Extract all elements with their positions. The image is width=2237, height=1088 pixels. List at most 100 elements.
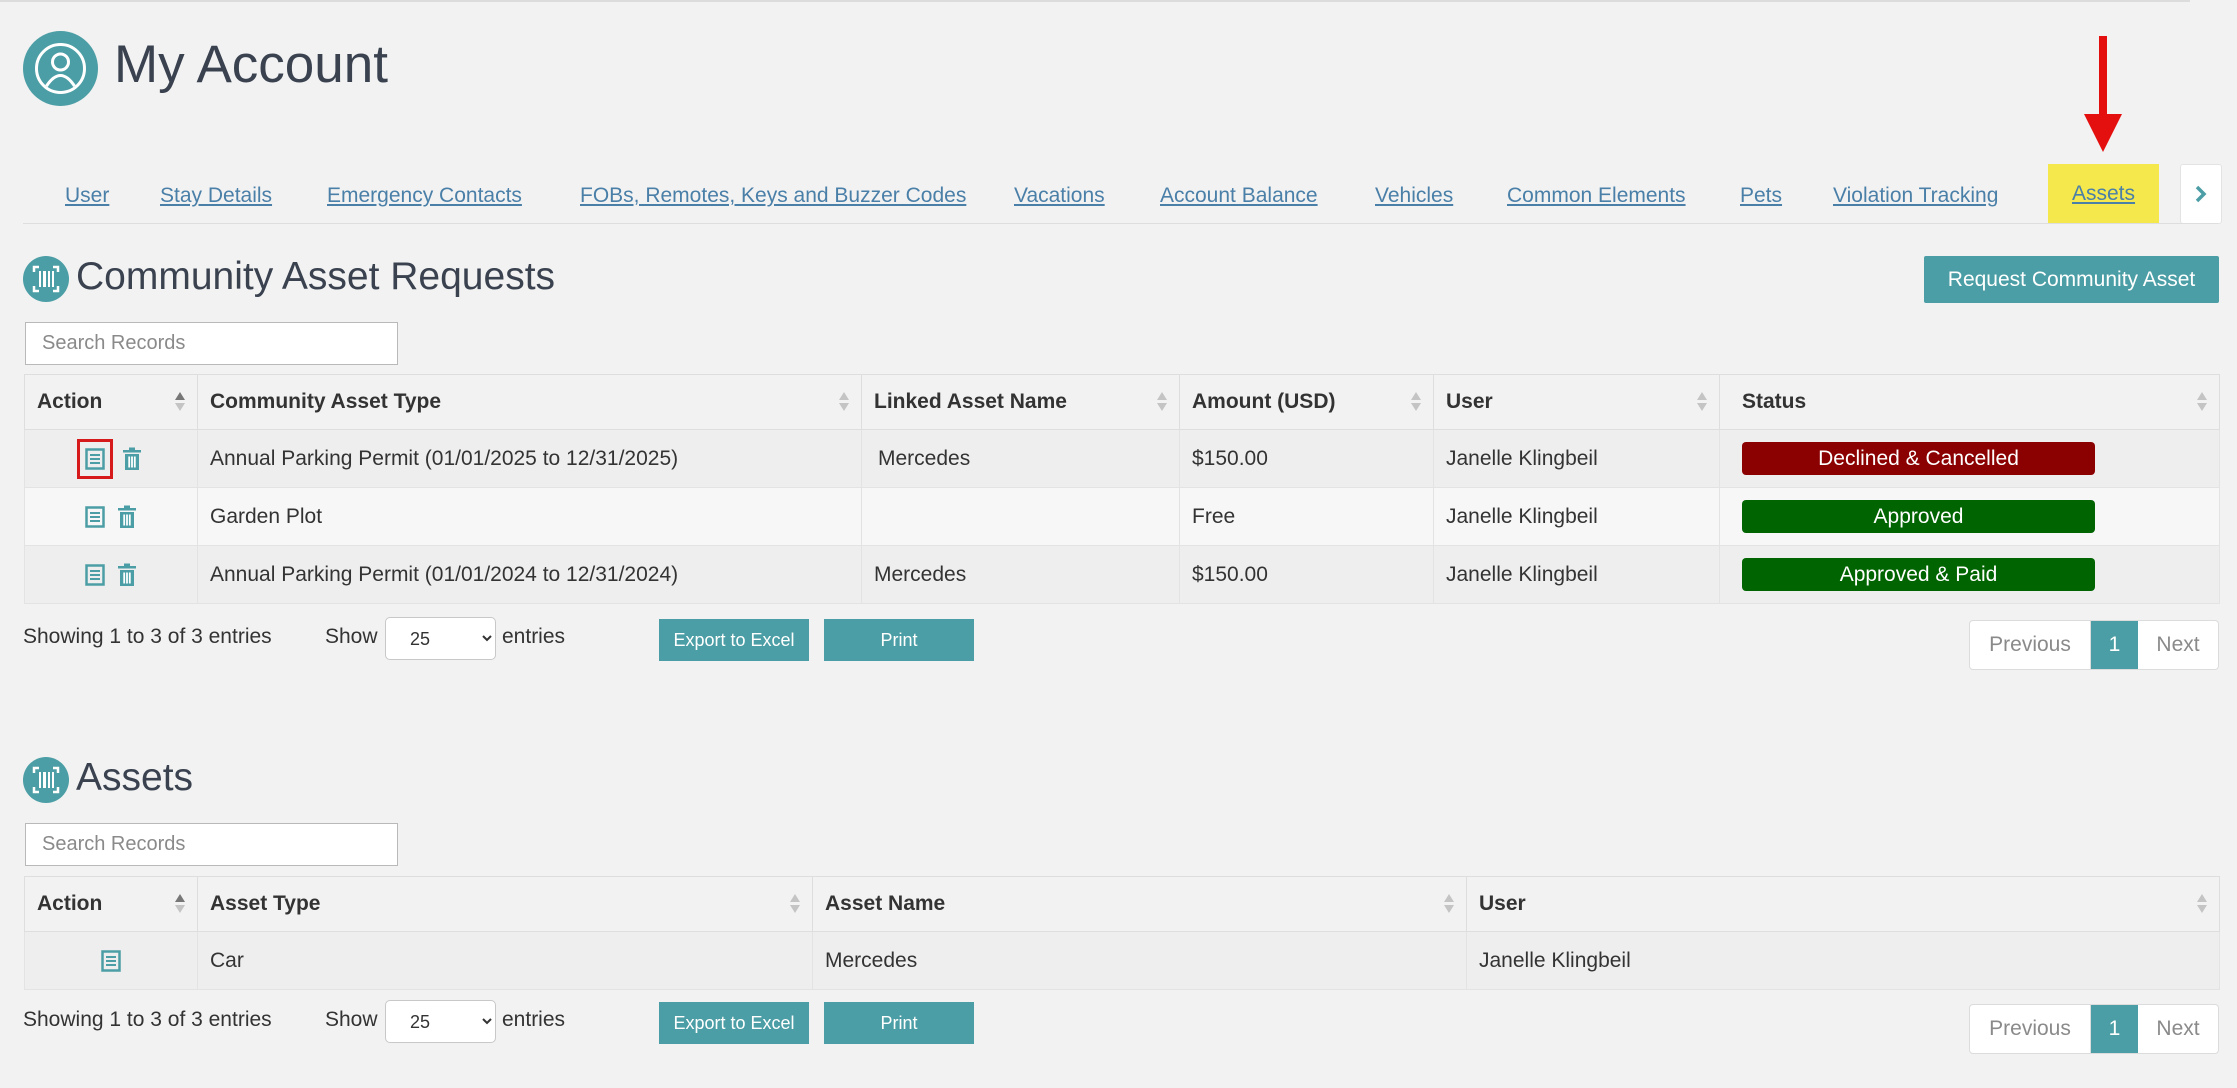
column-header-linked-asset[interactable]: Linked Asset Name [861,374,1180,430]
table-row: Annual Parking Permit (01/01/2025 to 12/… [24,429,2220,488]
cell-status: Approved [1719,487,2220,546]
entries-label: entries [502,625,566,648]
request-community-asset-button[interactable]: Request Community Asset [1924,256,2219,303]
column-header-status[interactable]: Status [1719,374,2220,430]
section-title-assets: Assets [76,756,194,799]
user-avatar-icon [23,31,98,106]
column-header-amount[interactable]: Amount (USD) [1179,374,1434,430]
requests-pagination: Previous 1 Next [1969,620,2219,670]
column-header-action[interactable]: Action [24,876,198,932]
cell-status: Declined & Cancelled [1719,429,2220,488]
requests-entries-info: Showing 1 to 3 of 3 entries [23,625,272,648]
assets-search-input[interactable] [25,823,398,866]
cell-amount: Free [1179,487,1434,546]
tab-violation-tracking[interactable]: Violation Tracking [1833,184,1998,208]
assets-export-excel-button[interactable]: Export to Excel [659,1002,809,1044]
chevron-right-icon [2195,185,2207,203]
tab-emergency-contacts[interactable]: Emergency Contacts [327,184,522,208]
cell-amount: $150.00 [1179,545,1434,604]
section-title-requests: Community Asset Requests [76,255,556,298]
sort-icon [1697,392,1707,412]
cell-status: Approved & Paid [1719,545,2220,604]
status-badge: Declined & Cancelled [1742,442,2095,475]
show-label: Show [325,625,378,648]
sort-icon [790,894,800,914]
pagination-page-button[interactable]: 1 [2091,1005,2138,1053]
requests-search-input[interactable] [25,322,398,365]
cell-asset-type: Annual Parking Permit (01/01/2025 to 12/… [197,429,862,488]
view-details-icon[interactable] [85,447,105,470]
tab-vehicles[interactable]: Vehicles [1375,184,1453,208]
tabs-divider [23,223,2218,224]
sort-icon [175,392,185,412]
column-header-user[interactable]: User [1433,374,1720,430]
entries-label: entries [502,1008,566,1031]
action-cell [24,545,198,604]
cell-user: Janelle Klingbeil [1466,931,2220,990]
tab-common-elements[interactable]: Common Elements [1507,184,1686,208]
cell-linked-asset: Mercedes [861,545,1180,604]
tab-user[interactable]: User [65,184,109,208]
requests-export-excel-button[interactable]: Export to Excel [659,619,809,661]
cell-asset-type: Garden Plot [197,487,862,546]
requests-page-size-select[interactable]: 25 [385,617,496,660]
tab-pets[interactable]: Pets [1740,184,1782,208]
assets-entries-info: Showing 1 to 3 of 3 entries [23,1008,272,1031]
sort-icon [1444,894,1454,914]
delete-trash-icon[interactable] [122,447,142,471]
column-header-user[interactable]: User [1466,876,2220,932]
page-title: My Account [114,35,388,94]
show-label: Show [325,1008,378,1031]
pagination-previous-button[interactable]: Previous [1970,1005,2091,1053]
requests-table: Action Community Asset Type Linked Asset… [24,374,2220,604]
delete-trash-icon[interactable] [117,505,137,529]
table-header-row: Action Community Asset Type Linked Asset… [24,374,2220,430]
annotation-highlight-box [77,438,114,479]
sort-icon [839,392,849,412]
cell-asset-type: Annual Parking Permit (01/01/2024 to 12/… [197,545,862,604]
view-details-icon[interactable] [85,563,105,586]
column-header-asset-type[interactable]: Asset Type [197,876,813,932]
tabs-scroll-right-button[interactable] [2180,164,2222,224]
pagination-previous-button[interactable]: Previous [1970,621,2091,669]
column-header-action[interactable]: Action [24,374,198,430]
view-details-icon[interactable] [101,950,121,972]
assets-table: Action Asset Type Asset Name User Car Me… [24,876,2220,990]
cell-user: Janelle Klingbeil [1433,487,1720,546]
cell-asset-type: Car [197,931,813,990]
requests-print-button[interactable]: Print [824,619,974,661]
status-badge: Approved [1742,500,2095,533]
table-header-row: Action Asset Type Asset Name User [24,876,2220,932]
sort-icon [175,894,185,914]
column-header-asset-name[interactable]: Asset Name [812,876,1467,932]
sort-icon [1411,392,1421,412]
annotation-arrow-icon [2084,36,2122,152]
cell-user: Janelle Klingbeil [1433,545,1720,604]
table-row: Annual Parking Permit (01/01/2024 to 12/… [24,545,2220,604]
barcode-scan-icon [23,757,69,803]
action-cell [24,487,198,546]
top-border [0,0,2190,2]
tab-stay-details[interactable]: Stay Details [160,184,272,208]
delete-trash-icon[interactable] [117,563,137,587]
assets-pagination: Previous 1 Next [1969,1004,2219,1054]
cell-linked-asset [861,487,1180,546]
assets-page-size-select[interactable]: 25 [385,1000,496,1043]
account-tabs: User Stay Details Emergency Contacts FOB… [0,162,2222,224]
pagination-page-button[interactable]: 1 [2091,621,2138,669]
sort-icon [1157,392,1167,412]
sort-icon [2197,392,2207,412]
pagination-next-button[interactable]: Next [2138,1005,2218,1053]
tab-vacations[interactable]: Vacations [1014,184,1105,208]
cell-user: Janelle Klingbeil [1433,429,1720,488]
tab-fobs-remotes-keys[interactable]: FOBs, Remotes, Keys and Buzzer Codes [580,184,966,208]
table-row: Garden Plot Free Janelle Klingbeil Appro… [24,487,2220,546]
pagination-next-button[interactable]: Next [2138,621,2218,669]
action-cell [24,429,198,488]
view-details-icon[interactable] [85,505,105,528]
assets-print-button[interactable]: Print [824,1002,974,1044]
tab-assets[interactable]: Assets [2048,164,2160,224]
column-header-asset-type[interactable]: Community Asset Type [197,374,862,430]
tab-account-balance[interactable]: Account Balance [1160,184,1318,208]
status-badge: Approved & Paid [1742,558,2095,591]
